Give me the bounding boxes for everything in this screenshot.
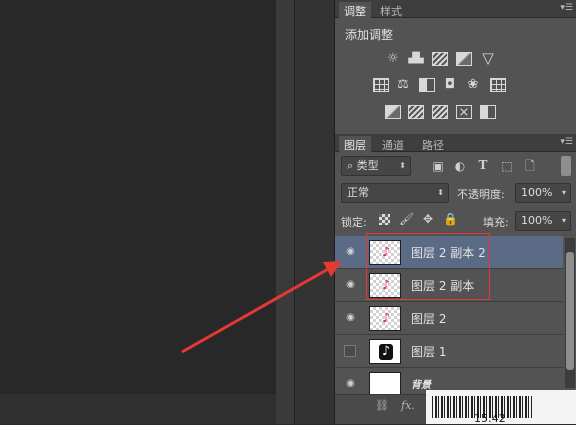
color-lookup-icon[interactable] [490,78,506,92]
opacity-label: 不透明度: [457,188,505,201]
chevron-down-icon: ▾ [561,188,566,197]
layer-name: 背景 [411,380,431,391]
panel-dock-gutter [276,0,294,424]
opacity-input[interactable]: 100% ▾ [515,183,571,203]
exposure-icon[interactable] [456,52,472,66]
panel-menu-icon[interactable]: ▾☰ [560,3,573,13]
curves-icon[interactable] [432,52,448,66]
channel-mixer-icon[interactable]: ❀ [465,78,481,92]
layer-row-layer2[interactable]: ◉ ♪ 图层 2 [335,302,563,335]
adjustment-filter-icon[interactable]: ◐ [453,159,467,173]
collapsed-panel-strip [294,0,334,424]
pixel-filter-icon[interactable]: ▣ [431,159,445,173]
tab-layers[interactable]: 图层 [339,136,371,152]
panel-menu-icon[interactable]: ▾☰ [560,137,573,147]
selective-color-icon[interactable] [480,105,496,119]
right-panel-dock: 调整 样式 ▾☰ 添加调整 ☼ ▟▙ ▽ ⚖ ◘ ❀ ⨯ 图层 通道 路径 ▾☰… [334,0,576,424]
chevron-updown-icon: ⬍ [399,161,406,170]
color-balance-icon[interactable]: ⚖ [395,78,411,92]
search-icon: ⌕ [347,159,357,172]
eye-icon[interactable]: ◉ [344,313,357,323]
fx-icon[interactable]: fx. [401,399,415,412]
taskbar-fragment: 15:42 [426,390,576,425]
smart-object-filter-icon[interactable]: 🗋 [523,159,537,173]
chevron-updown-icon: ⬍ [437,188,444,197]
tab-channels[interactable]: 通道 [377,136,409,152]
chevron-down-icon: ▾ [561,216,566,225]
photo-filter-icon[interactable]: ◘ [442,78,458,92]
lock-all-icon[interactable]: 🔒 [443,212,458,226]
invert-icon[interactable] [385,105,401,119]
gradient-map-icon[interactable]: ⨯ [456,105,472,120]
annotation-highlight-box [366,233,490,300]
adjustments-tabbar: 调整 样式 ▾☰ [335,0,576,18]
fill-input[interactable]: 100% ▾ [515,211,571,231]
threshold-icon[interactable] [432,105,448,119]
posterize-icon[interactable] [408,105,424,119]
type-filter-icon[interactable]: T [476,158,490,172]
layers-tabbar: 图层 通道 路径 ▾☰ [335,134,576,152]
fill-label: 填充: [483,216,509,229]
link-icon[interactable]: ⛓ [375,399,389,412]
layer-row-layer1[interactable]: ♪ 图层 1 [335,335,563,368]
hue-saturation-icon[interactable] [373,78,389,92]
tab-paths[interactable]: 路径 [417,136,449,152]
tab-adjustments[interactable]: 调整 [339,2,371,18]
layer-thumbnail: ♪ [369,306,401,331]
lock-label: 锁定: [341,216,367,229]
blend-mode-select[interactable]: 正常 ⬍ [341,183,449,203]
tab-styles[interactable]: 样式 [375,2,407,18]
layer-filter-select[interactable]: ⌕ 类型 ⬍ [341,156,411,176]
adjustments-title: 添加调整 [345,28,394,42]
tiktok-logo-icon: ♪ [379,344,393,360]
shape-filter-icon[interactable]: ⬚ [500,159,514,173]
canvas-status-strip [0,394,276,424]
lock-transparent-icon[interactable] [379,214,390,225]
levels-icon[interactable]: ▟▙ [408,52,424,66]
layer-name: 图层 1 [411,345,447,359]
layers-scrollbar-thumb[interactable] [566,252,574,370]
filter-toggle-switch[interactable] [561,156,571,176]
brightness-contrast-icon[interactable]: ☼ [385,52,401,66]
eye-icon[interactable]: ◉ [344,280,357,290]
black-white-icon[interactable] [419,78,435,92]
eye-icon[interactable]: ◉ [344,379,357,389]
taskbar-clock: 15:42 [474,412,506,425]
layer-thumbnail: ♪ [369,339,401,364]
tiktok-logo-icon: ♪ [381,311,391,326]
vibrance-icon[interactable]: ▽ [480,51,496,66]
visibility-off-box[interactable] [344,345,356,357]
document-canvas[interactable] [0,0,276,424]
layer-name: 图层 2 [411,312,447,326]
eye-icon[interactable]: ◉ [344,247,357,257]
lock-position-icon[interactable]: ✥ [421,212,435,226]
lock-image-brush-icon[interactable]: 🖌 [399,212,414,226]
